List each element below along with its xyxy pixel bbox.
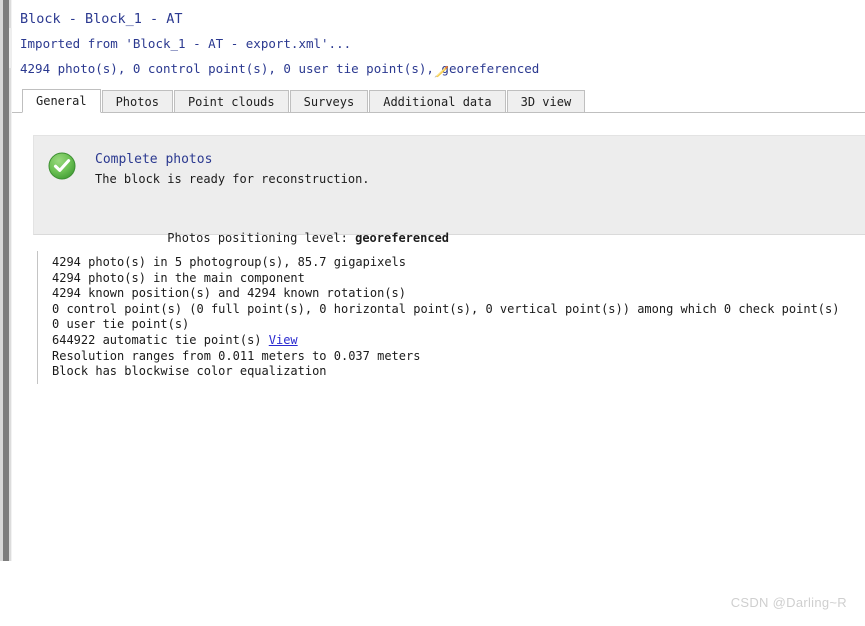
imported-from-label: Imported from 'Block_1 - AT - export.xml… — [20, 36, 352, 51]
tab-bar: General Photos Point clouds Surveys Addi… — [12, 89, 865, 113]
block-statistics: 4294 photo(s) in 5 photogroup(s), 85.7 g… — [37, 251, 839, 384]
stat-automatic-tie-points: 644922 automatic tie point(s) View — [52, 333, 839, 349]
status-text-group: Complete photos The block is ready for r… — [95, 150, 449, 245]
photos-positioning-value: georeferenced — [355, 231, 450, 245]
imported-from-row: Imported from 'Block_1 - AT - export.xml… — [20, 31, 865, 77]
photos-positioning-label: Photos positioning level: — [167, 231, 356, 245]
stat-photos-photogroups: 4294 photo(s) in 5 photogroup(s), 85.7 g… — [52, 255, 407, 269]
stat-resolution-range: Resolution ranges from 0.011 meters to 0… — [52, 348, 421, 363]
tab-point-clouds[interactable]: Point clouds — [173, 90, 289, 113]
tab-general[interactable]: General — [22, 89, 101, 113]
tab-additional-data[interactable]: Additional data — [369, 90, 506, 113]
block-header: Block - Block_1 - AT Imported from 'Bloc… — [12, 0, 865, 81]
stat-control-points: 0 control point(s) (0 full point(s), 0 h… — [52, 301, 840, 316]
status-subtitle: The block is ready for reconstruction. — [95, 172, 370, 186]
stat-photos-main-component: 4294 photo(s) in the main component — [52, 270, 305, 285]
general-tab-panel: Complete photos The block is ready for r… — [12, 113, 865, 626]
stat-user-tie-points: 0 user tie point(s) — [52, 317, 190, 332]
status-title: Complete photos — [95, 152, 213, 167]
pencil-icon[interactable] — [373, 37, 449, 77]
status-panel: Complete photos The block is ready for r… — [33, 135, 865, 245]
stat-known-positions: 4294 known position(s) and 4294 known ro… — [52, 286, 407, 301]
stat-color-equalization: Block has blockwise color equalization — [52, 364, 327, 379]
scrollbar-track[interactable] — [9, 0, 11, 561]
stat-automatic-tie-points-text: 644922 automatic tie point(s) — [52, 332, 269, 347]
success-check-icon — [48, 152, 76, 180]
left-splitter-gutter[interactable] — [0, 0, 12, 561]
page-title: Block - Block_1 - AT — [20, 11, 183, 27]
tab-photos[interactable]: Photos — [101, 90, 173, 113]
page-root: Block - Block_1 - AT Imported from 'Bloc… — [12, 0, 865, 626]
tab-surveys[interactable]: Surveys — [289, 90, 369, 113]
scrollbar-thumb[interactable] — [9, 28, 12, 68]
tab-3d-view[interactable]: 3D view — [506, 90, 586, 113]
view-tie-points-link[interactable]: View — [269, 333, 298, 347]
watermark: CSDN @Darling~R — [730, 595, 847, 610]
